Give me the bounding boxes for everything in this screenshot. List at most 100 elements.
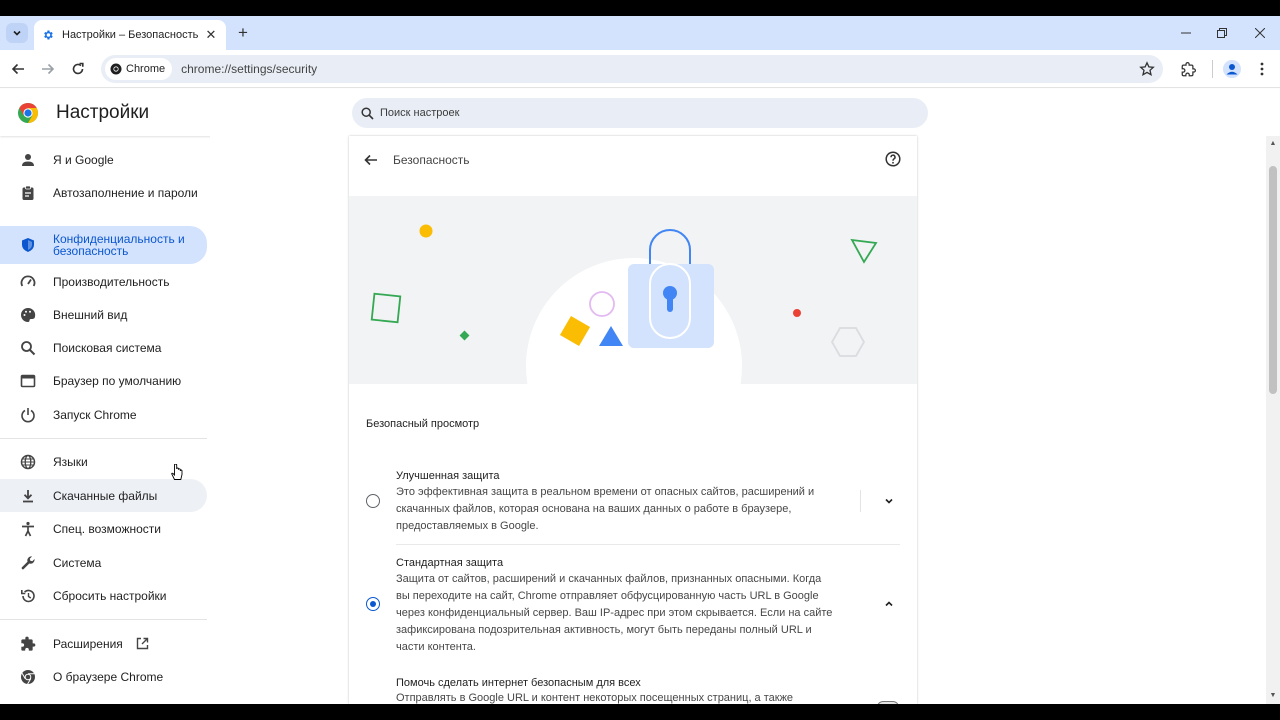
address-bar[interactable]: Chrome chrome://settings/security — [101, 55, 1163, 83]
safe-browsing-heading: Безопасный просмотр — [366, 418, 480, 430]
sidebar-item-reset[interactable]: Сбросить настройки — [0, 579, 207, 612]
sidebar-item-label: Система — [53, 555, 102, 570]
restore-button[interactable] — [1212, 24, 1232, 42]
active-tab[interactable]: Настройки – Безопасность ✕ — [34, 20, 226, 50]
download-icon — [23, 489, 33, 502]
reload-icon — [72, 62, 84, 75]
back-arrow-icon[interactable] — [363, 152, 379, 168]
new-tab-button[interactable]: + — [234, 24, 252, 42]
option-description: Это эффективная защита в реальном времен… — [396, 486, 815, 532]
sidebar-item-label: Скачанные файлы — [53, 488, 158, 503]
sidebar-item-appearance[interactable]: Внешний вид — [0, 298, 207, 331]
kebab-menu-icon — [1260, 62, 1264, 76]
tab-search-button[interactable] — [6, 23, 28, 43]
site-chip[interactable]: Chrome — [105, 58, 173, 80]
collapse-button[interactable] — [882, 597, 896, 611]
chevron-down-icon — [885, 498, 893, 504]
chrome-icon — [21, 669, 35, 684]
help-icon[interactable] — [885, 151, 901, 167]
screen-bottom-bar — [0, 704, 1280, 720]
sidebar-item-label: Конфиденциальность и безопасность — [53, 232, 185, 258]
sidebar-item-default-browser[interactable]: Браузер по умолчанию — [0, 364, 207, 397]
menu-button[interactable] — [1252, 59, 1272, 79]
toolbar: Chrome chrome://settings/security — [0, 50, 1280, 88]
search-input[interactable] — [380, 107, 880, 119]
option-description: Защита от сайтов, расширений и скачанных… — [396, 573, 833, 653]
minimize-icon — [1181, 32, 1191, 34]
avatar-icon — [1223, 60, 1241, 78]
sidebar-item-label: Расширения — [53, 636, 123, 651]
power-icon — [21, 407, 35, 422]
sidebar-item-about-chrome[interactable]: О браузере Chrome — [0, 660, 207, 693]
sidebar-item-label: Поисковая система — [53, 340, 162, 355]
standard-protection-radio[interactable] — [366, 597, 380, 611]
palette-icon — [21, 307, 36, 322]
restore-icon — [1217, 28, 1227, 38]
puzzle-icon — [1181, 61, 1196, 76]
sidebar-item-label: Автозаполнение и пароли — [53, 185, 198, 200]
sidebar-item-system[interactable]: Система — [0, 546, 207, 579]
search-icon — [21, 340, 36, 355]
settings-search[interactable] — [352, 98, 928, 128]
enhanced-protection-option[interactable]: Улучшенная защита Это эффективная защита… — [366, 446, 900, 532]
sidebar-item-label: Браузер по умолчанию — [53, 373, 182, 388]
sidebar-item-label: Производительность — [53, 274, 170, 289]
chrome-logo-icon — [18, 103, 38, 123]
help-improve-setting[interactable]: Помочь сделать интернет безопасным для в… — [366, 670, 900, 704]
mouse-cursor-icon — [171, 464, 183, 480]
profile-button[interactable] — [1222, 59, 1242, 79]
sidebar-item-extensions[interactable]: Расширения — [0, 627, 207, 660]
browser-window-icon — [20, 374, 36, 387]
external-link-icon — [136, 637, 149, 650]
sidebar: Я и Google Автозаполнение и пароли Конфи… — [0, 142, 210, 704]
sidebar-item-label: Внешний вид — [53, 307, 128, 322]
enhanced-protection-radio[interactable] — [366, 494, 380, 508]
sidebar-item-downloads[interactable]: Скачанные файлы — [0, 479, 207, 512]
sidebar-item-accessibility[interactable]: Спец. возможности — [0, 512, 207, 545]
back-button[interactable] — [8, 59, 28, 79]
close-window-button[interactable] — [1250, 24, 1270, 42]
speedometer-icon — [20, 275, 36, 286]
minimize-button[interactable] — [1176, 24, 1196, 42]
sidebar-item-search-engine[interactable]: Поисковая система — [0, 331, 207, 364]
card-title: Безопасность — [393, 153, 470, 167]
sidebar-item-privacy[interactable]: Конфиденциальность и безопасность — [0, 226, 207, 264]
bookmark-star-icon[interactable] — [1139, 61, 1155, 77]
url-text[interactable]: chrome://settings/security — [181, 62, 317, 76]
puzzle-icon — [21, 636, 36, 651]
sidebar-item-you-and-google[interactable]: Я и Google — [0, 143, 207, 176]
page-scrollbar[interactable]: ▲ ▼ — [1266, 136, 1280, 704]
sidebar-item-label: Сбросить настройки — [53, 588, 167, 603]
reset-icon — [21, 589, 35, 602]
wrench-icon — [21, 555, 35, 569]
scroll-thumb[interactable] — [1269, 166, 1277, 394]
forward-button[interactable] — [38, 59, 58, 79]
sidebar-item-on-startup[interactable]: Запуск Chrome — [0, 398, 207, 431]
chrome-icon — [110, 63, 122, 75]
settings-header: Настройки — [0, 89, 1280, 136]
option-separator — [860, 490, 861, 512]
setting-title: Помочь сделать интернет безопасным для в… — [396, 677, 641, 689]
option-title: Стандартная защита — [396, 557, 504, 569]
standard-protection-option[interactable]: Стандартная защита Защита от сайтов, рас… — [366, 534, 900, 654]
sidebar-item-autofill[interactable]: Автозаполнение и пароли — [0, 176, 207, 209]
scroll-up-arrow[interactable]: ▲ — [1269, 140, 1277, 148]
lock-illustration — [370, 224, 878, 384]
extensions-button[interactable] — [1178, 59, 1198, 79]
expand-button[interactable] — [882, 494, 896, 508]
sidebar-divider — [0, 438, 207, 439]
forward-arrow-icon — [42, 63, 55, 75]
back-arrow-icon — [11, 63, 24, 75]
tab-title: Настройки – Безопасность — [62, 29, 199, 41]
person-icon — [22, 153, 34, 166]
browser-window: Настройки – Безопасность ✕ + Chrome chro… — [0, 16, 1280, 704]
reload-button[interactable] — [68, 59, 88, 79]
chevron-down-icon — [13, 30, 21, 36]
scroll-down-arrow[interactable]: ▼ — [1269, 692, 1277, 700]
chip-label: Chrome — [126, 63, 166, 75]
close-tab-icon[interactable]: ✕ — [204, 27, 218, 42]
sidebar-item-performance[interactable]: Производительность — [0, 265, 207, 298]
card-header: Безопасность — [349, 136, 917, 184]
security-illustration — [349, 196, 917, 384]
security-card: Безопасность Безопасный просмотр Улучшен… — [349, 136, 917, 704]
